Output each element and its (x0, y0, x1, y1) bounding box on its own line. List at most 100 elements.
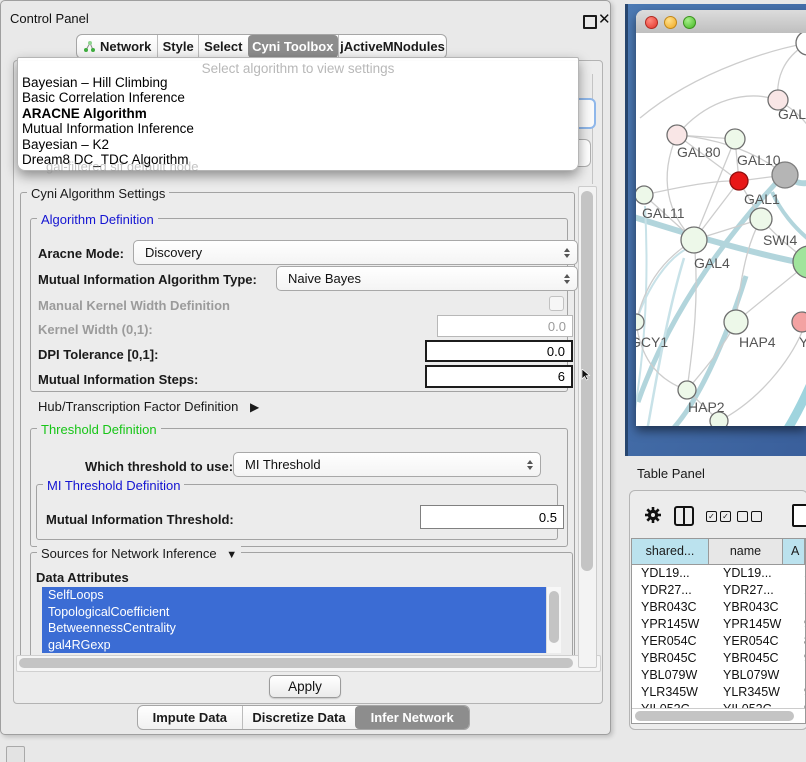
table-hscrollbar[interactable] (632, 708, 805, 723)
columns-icon[interactable] (674, 506, 694, 526)
network-edge[interactable] (766, 386, 806, 426)
tab-discretize-data[interactable]: Discretize Data (242, 706, 356, 729)
control-panel-title: Control Panel (10, 11, 89, 26)
document-icon[interactable] (792, 504, 806, 527)
network-edge[interactable] (736, 219, 761, 322)
attribute-list-item[interactable]: gal4RGexp (42, 637, 546, 654)
sources-title[interactable]: Sources for Network Inference ▼ (37, 546, 241, 561)
unchecked-columns-icon[interactable] (737, 511, 762, 522)
close-traffic-light-icon[interactable] (645, 16, 658, 29)
data-attributes-list[interactable]: SelfLoopsTopologicalCoefficientBetweenne… (42, 587, 546, 653)
close-icon[interactable]: ✕ (598, 10, 611, 28)
settings-hscrollbar[interactable] (16, 655, 601, 672)
table-row[interactable]: YER054CYER054C8. (632, 633, 805, 650)
network-node[interactable] (725, 129, 745, 149)
table-cell: 12 (796, 582, 805, 599)
network-edge[interactable] (644, 181, 739, 195)
settings-vscrollbar[interactable] (578, 186, 597, 668)
dpi-tolerance-input[interactable]: 0.0 (425, 340, 573, 362)
float-window-icon[interactable] (583, 15, 597, 29)
column-header[interactable]: shared... (632, 539, 709, 564)
column-header[interactable]: A (783, 539, 805, 564)
table-cell: YBL079W (717, 667, 796, 684)
table-row[interactable]: YDR27...YDR27...12 (632, 582, 805, 599)
network-node[interactable] (636, 314, 644, 330)
table-row[interactable]: YDL19...YDL19...13 (632, 565, 805, 582)
tab-style[interactable]: Style (157, 35, 198, 58)
algorithm-popup-list: Bayesian – Hill ClimbingBasic Correlatio… (18, 75, 578, 167)
stepper-icon (564, 248, 570, 258)
aracne-mode-combo[interactable]: Discovery (133, 240, 578, 265)
algorithm-option[interactable]: Basic Correlation Inference (18, 90, 578, 105)
network-canvas[interactable]: GALGAL80GAL10GAL11GAL1SWI4GAL4GCY1HAP4YH… (636, 33, 806, 426)
node-label: HAP2 (688, 399, 725, 415)
tab-network[interactable]: Network (77, 35, 157, 58)
network-window-titlebar[interactable] (636, 10, 806, 34)
mi-threshold-input[interactable]: 0.5 (420, 505, 564, 529)
tab-infer-network[interactable]: Infer Network (355, 706, 469, 729)
network-node[interactable] (750, 208, 772, 230)
kernel-width-input[interactable]: 0.0 (437, 315, 573, 337)
hidden-groupbox-edge (592, 74, 593, 184)
manual-kernel-checkbox[interactable] (549, 296, 564, 311)
which-threshold-combo[interactable]: MI Threshold (233, 452, 541, 477)
network-node[interactable] (636, 186, 653, 204)
collapsed-panel-icon[interactable] (6, 746, 25, 762)
tab-jactivemnodules[interactable]: jActiveMNodules (338, 35, 446, 58)
node-label: HAP4 (739, 334, 776, 350)
mi-type-combo[interactable]: Naive Bayes (276, 266, 578, 291)
table-cell: YLR345W (717, 684, 796, 701)
zoom-traffic-light-icon[interactable] (683, 16, 696, 29)
algorithm-option[interactable]: ARACNE Algorithm (18, 106, 578, 121)
checked-columns-icon[interactable]: ✓✓ (706, 511, 731, 522)
table-cell: YER054C (632, 633, 717, 650)
tab-impute-data[interactable]: Impute Data (138, 706, 242, 729)
table-row[interactable]: YBR043CYBR043C (632, 599, 805, 616)
node-label: SWI4 (763, 232, 797, 248)
apply-button[interactable]: Apply (269, 675, 341, 698)
node-label: GCY1 (636, 334, 668, 350)
table-cell: YLR345W (632, 684, 717, 701)
attribute-list-item[interactable]: BetweennessCentrality (42, 620, 546, 637)
hub-definition-expander[interactable]: Hub/Transcription Factor Definition ▶ (38, 399, 259, 414)
table-row[interactable]: YLR345WYLR345W9. (632, 684, 805, 701)
network-node[interactable] (792, 312, 806, 332)
algorithm-option[interactable]: Bayesian – K2 (18, 137, 578, 152)
network-node[interactable] (730, 172, 748, 190)
expand-right-icon[interactable]: ▶ (250, 400, 259, 414)
collapse-down-icon[interactable]: ▼ (226, 549, 237, 561)
table-cell: 13 (796, 565, 805, 582)
data-attributes-label: Data Attributes (36, 570, 129, 585)
network-node[interactable] (681, 227, 707, 253)
column-header[interactable]: name (709, 539, 783, 564)
minimize-traffic-light-icon[interactable] (664, 16, 677, 29)
table-row[interactable]: YPR145WYPR145W9. (632, 616, 805, 633)
table-header-row: shared... name A (632, 539, 805, 565)
mi-type-label: Mutual Information Algorithm Type: (38, 272, 257, 287)
network-edge[interactable] (677, 96, 778, 135)
network-node[interactable] (796, 33, 806, 55)
dpi-tolerance-label: DPI Tolerance [0,1]: (38, 347, 158, 362)
network-icon (83, 40, 96, 53)
algorithm-option[interactable]: Bayesian – Hill Climbing (18, 75, 578, 90)
tab-cyni-toolbox[interactable]: Cyni Toolbox (248, 35, 338, 58)
table-panel-title: Table Panel (637, 466, 705, 481)
attribute-list-item[interactable]: TopologicalCoefficient (42, 604, 546, 621)
mi-steps-input[interactable]: 6 (425, 365, 573, 388)
table-row[interactable]: YBL079WYBL079W (632, 667, 805, 684)
bottom-tabbar: Impute Data Discretize Data Infer Networ… (137, 705, 470, 730)
attribute-list-item[interactable]: SelfLoops (42, 587, 546, 604)
gear-icon[interactable] (644, 506, 662, 524)
algorithm-option[interactable]: Mutual Information Inference (18, 121, 578, 136)
control-panel-tabbar: Network Style Select Cyni Toolbox jActiv… (76, 34, 447, 59)
network-node[interactable] (724, 310, 748, 334)
attributes-scrollbar[interactable] (546, 587, 561, 653)
aracne-mode-value: Discovery (145, 245, 202, 260)
network-node[interactable] (667, 125, 687, 145)
table-cell: YBR043C (717, 599, 796, 616)
table-cell: YBR045C (632, 650, 717, 667)
network-node[interactable] (678, 381, 696, 399)
network-graph: GALGAL80GAL10GAL11GAL1SWI4GAL4GCY1HAP4YH… (636, 33, 806, 426)
table-row[interactable]: YBR045CYBR045C9. (632, 650, 805, 667)
tab-select[interactable]: Select (198, 35, 248, 58)
